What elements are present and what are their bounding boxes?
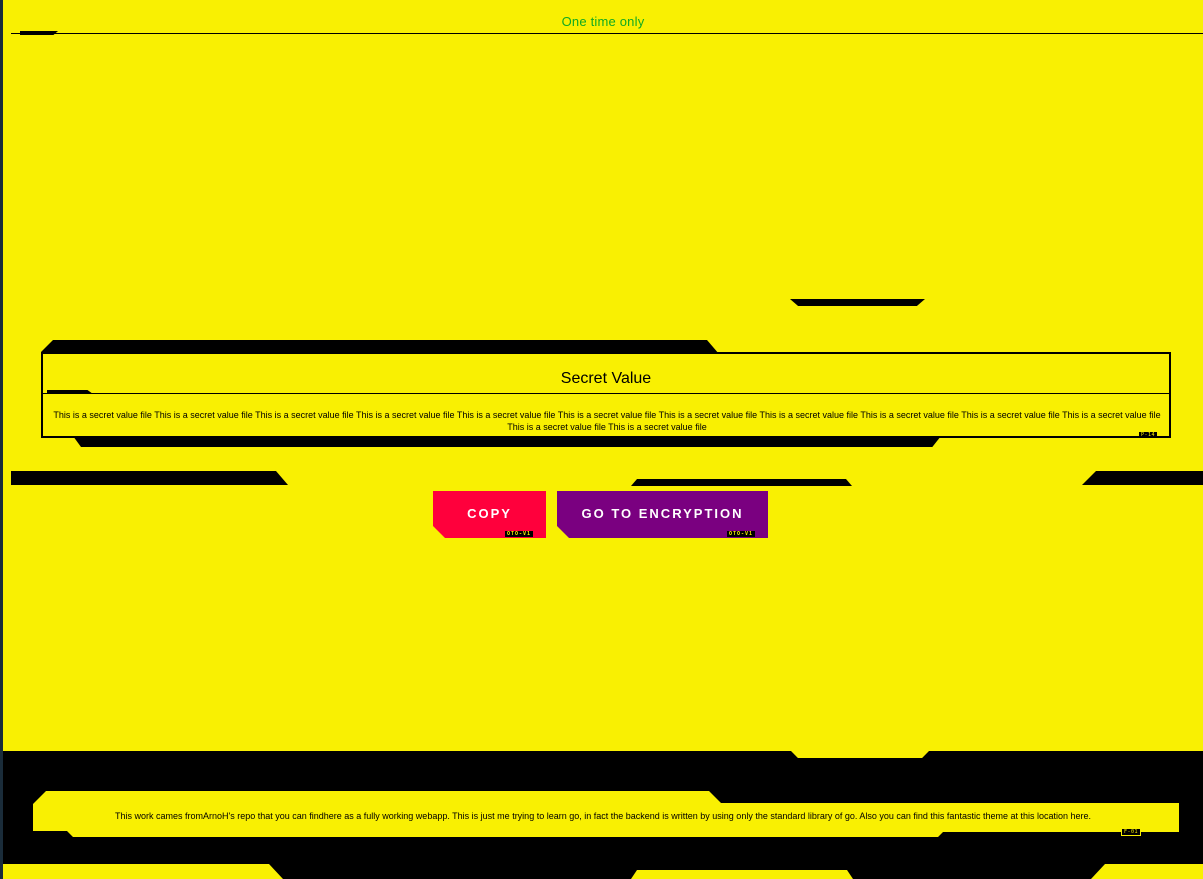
header-divider [11,33,1203,34]
deco-bar-top [790,299,925,306]
footer: This work cames fromArnoH's repo that yo… [3,751,1203,879]
footer-link-repo[interactable]: ArnoH's repo [203,811,255,821]
copy-button-tag: OTO-V1 [506,531,531,537]
secret-title-divider-accent [47,390,93,394]
footer-link-theme[interactable]: here [1071,811,1089,821]
footer-link-webapp[interactable]: here [324,811,342,821]
footer-top-notch [791,751,929,758]
header-divider-accent [20,31,58,35]
deco-bar-center [631,479,852,486]
footer-bar-center [631,870,853,879]
go-to-encryption-label: GO TO ENCRYPTION [581,506,744,521]
secret-card-tag: P-14 [1138,432,1157,438]
footer-tag: F-01 [1121,828,1142,836]
deco-bar-left [11,471,288,485]
copy-button[interactable]: COPY OTO-V1 [433,491,546,538]
copy-button-label: COPY [467,506,512,521]
footer-bar-left [3,864,283,879]
secret-content: This is a secret value file This is a se… [53,410,1161,432]
deco-bar-right [1082,471,1203,485]
footer-bar-right [1091,864,1203,879]
secret-title-divider [43,393,1169,394]
main-area: One time only Secret Value This is a sec… [3,0,1203,751]
page-title: One time only [561,14,645,29]
secret-title: Secret Value [560,370,652,387]
go-to-encryption-tag: OTO-V1 [728,531,753,537]
footer-text: This work cames fromArnoH's repo that yo… [114,811,1092,821]
go-to-encryption-button[interactable]: GO TO ENCRYPTION OTO-V1 [557,491,768,538]
card-bottom-tab [73,436,941,447]
secret-card: Secret Value This is a secret value file… [41,352,1171,438]
